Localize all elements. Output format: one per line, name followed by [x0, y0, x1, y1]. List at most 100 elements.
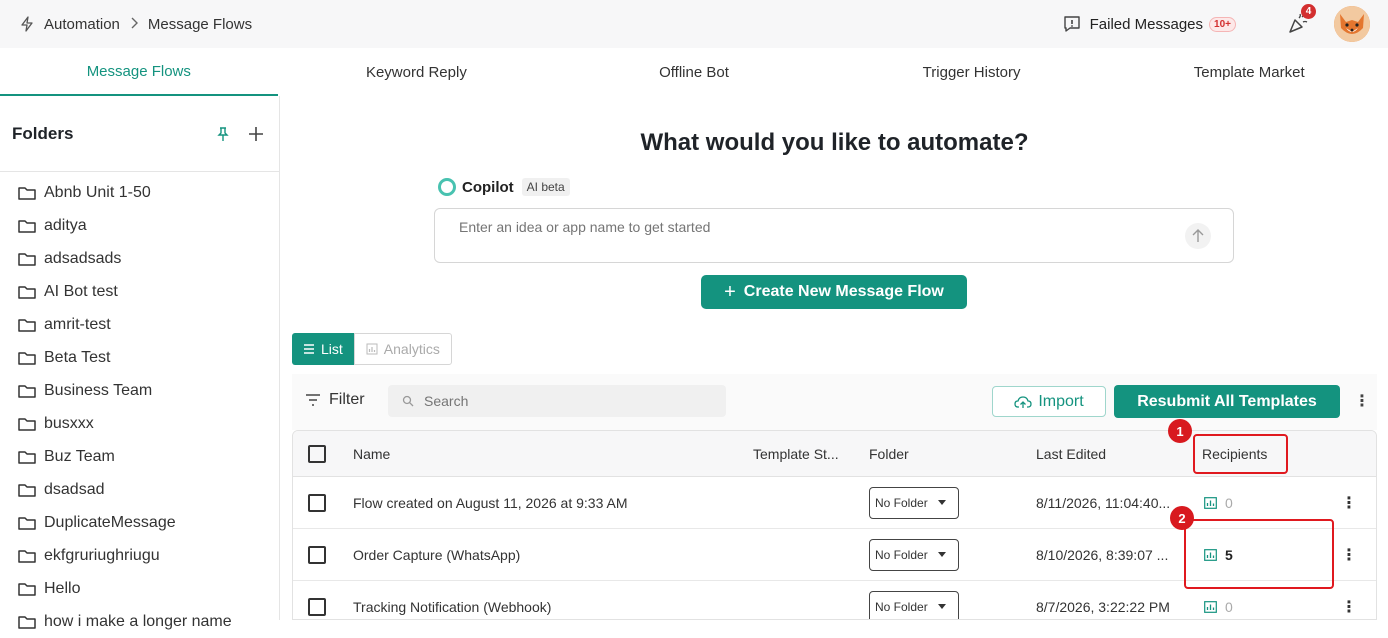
folder-select[interactable]: No Folder [869, 538, 959, 571]
top-bar: Automation Message Flows Failed Messages… [0, 0, 1388, 48]
annotation-box-recipients-value [1184, 519, 1334, 589]
folder-label: Beta Test [44, 348, 111, 366]
row-checkbox[interactable] [308, 529, 326, 580]
folder-cell: No Folder [869, 529, 959, 580]
main-content: What would you like to automate? Copilot… [281, 96, 1388, 620]
folder-item[interactable]: Buz Team [0, 440, 279, 473]
send-button[interactable] [1185, 223, 1211, 249]
select-all-checkbox[interactable] [308, 431, 326, 476]
row-more-icon[interactable]: ⋮ [1341, 477, 1357, 528]
folder-item[interactable]: aditya [0, 209, 279, 242]
folder-icon [18, 318, 36, 332]
folder-icon [18, 450, 36, 464]
caret-down-icon [937, 552, 946, 557]
folder-item[interactable]: busxxx [0, 407, 279, 440]
folder-icon [18, 615, 36, 629]
copilot-beta-badge: AI beta [521, 178, 570, 196]
copilot-prompt-input[interactable] [459, 219, 1159, 235]
folder-item[interactable]: how i make a longer name [0, 605, 279, 638]
plus-icon: + [724, 280, 736, 303]
folders-title: Folders [12, 123, 74, 143]
caret-down-icon [937, 604, 946, 609]
col-name[interactable]: Name [353, 431, 390, 476]
row-more-icon[interactable]: ⋮ [1341, 529, 1357, 580]
folder-item[interactable]: amrit-test [0, 308, 279, 341]
folder-item[interactable]: Beta Test [0, 341, 279, 374]
annotation-box-recipients-header [1193, 434, 1288, 474]
pin-icon[interactable] [215, 126, 231, 142]
folder-cell: No Folder [869, 477, 959, 528]
folder-label: aditya [44, 216, 87, 234]
folder-item[interactable]: AI Bot test [0, 275, 279, 308]
folder-icon [18, 417, 36, 431]
folder-item[interactable]: ekfgruriughriugu [0, 539, 279, 572]
filter-icon [306, 394, 320, 406]
row-checkbox[interactable] [308, 477, 326, 528]
resubmit-all-templates-button[interactable]: Resubmit All Templates [1114, 385, 1340, 418]
flow-name[interactable]: Order Capture (WhatsApp) [353, 529, 520, 580]
folder-list: Abnb Unit 1-50 aditya adsadsads AI Bot test… [0, 172, 279, 638]
col-last-edited[interactable]: Last Edited [1036, 431, 1106, 476]
col-folder[interactable]: Folder [869, 431, 909, 476]
folder-label: Buz Team [44, 447, 115, 465]
folder-item[interactable]: dsadsad [0, 473, 279, 506]
row-more-icon[interactable]: ⋮ [1341, 581, 1357, 619]
import-label: Import [1038, 392, 1084, 410]
folder-icon [18, 384, 36, 398]
folder-item[interactable]: Hello [0, 572, 279, 605]
last-edited: 8/10/2026, 8:39:07 ... [1036, 546, 1169, 563]
notifications-button[interactable]: 4 [1286, 4, 1316, 36]
copilot-prompt-box [434, 208, 1234, 263]
filter-button[interactable]: Filter [305, 391, 365, 409]
folder-item[interactable]: Abnb Unit 1-50 [0, 176, 279, 209]
failed-messages-button[interactable]: Failed Messages 10+ [1062, 14, 1236, 34]
row-checkbox[interactable] [308, 581, 326, 619]
folder-label: adsadsads [44, 249, 122, 267]
breadcrumb: Automation Message Flows [18, 15, 252, 33]
add-folder-icon[interactable] [247, 125, 265, 143]
cloud-upload-icon [1014, 395, 1032, 408]
folder-label: AI Bot test [44, 282, 118, 300]
avatar[interactable] [1334, 6, 1370, 42]
list-icon [304, 344, 314, 354]
arrow-up-icon [1192, 229, 1204, 242]
tab-trigger-history[interactable]: Trigger History [833, 48, 1111, 96]
create-message-flow-button[interactable]: + Create New Message Flow [701, 275, 967, 309]
folder-select[interactable]: No Folder [869, 590, 959, 619]
folder-item[interactable]: Business Team [0, 374, 279, 407]
annotation-marker-1: 1 [1168, 419, 1192, 443]
analytics-view-button[interactable]: Analytics [353, 333, 452, 365]
flow-name[interactable]: Tracking Notification (Webhook) [353, 581, 551, 619]
folder-cell: No Folder [869, 581, 959, 619]
tab-template-market[interactable]: Template Market [1110, 48, 1388, 96]
tab-offline-bot[interactable]: Offline Bot [555, 48, 833, 96]
folder-icon [18, 252, 36, 266]
folders-sidebar: Folders Abnb Unit 1-50 aditya adsadsads AI … [0, 96, 280, 630]
folder-label: DuplicateMessage [44, 513, 176, 531]
notification-count-badge: 4 [1301, 4, 1316, 19]
import-button[interactable]: Import [992, 386, 1106, 417]
tab-keyword-reply[interactable]: Keyword Reply [278, 48, 556, 96]
create-button-label: Create New Message Flow [743, 283, 944, 300]
folder-icon [18, 351, 36, 365]
analytics-view-label: Analytics [383, 341, 440, 357]
search-box [388, 385, 726, 417]
failed-count-badge: 10+ [1209, 16, 1236, 32]
folder-item[interactable]: DuplicateMessage [0, 506, 279, 539]
folder-select[interactable]: No Folder [869, 486, 959, 519]
last-edited: 8/11/2026, 11:04:40... [1036, 494, 1171, 511]
main-tabs: Message Flows Keyword Reply Offline Bot … [0, 48, 1388, 96]
list-view-button[interactable]: List [292, 333, 354, 365]
breadcrumb-root[interactable]: Automation [44, 16, 120, 33]
folder-icon [18, 483, 36, 497]
folder-item[interactable]: adsadsads [0, 242, 279, 275]
flow-name[interactable]: Flow created on August 11, 2026 at 9:33 … [353, 477, 627, 528]
tab-message-flows[interactable]: Message Flows [0, 48, 278, 96]
col-template-status[interactable]: Template St... [753, 431, 853, 476]
last-edited: 8/7/2026, 3:22:22 PM [1036, 598, 1170, 615]
search-input[interactable] [424, 393, 704, 409]
copilot-logo-icon [438, 178, 456, 196]
table-toolbar: Filter Import Resubmit All Templates ⋮ [292, 374, 1377, 430]
folder-select-value: No Folder [875, 495, 928, 510]
more-options-icon[interactable]: ⋮ [1354, 394, 1370, 410]
